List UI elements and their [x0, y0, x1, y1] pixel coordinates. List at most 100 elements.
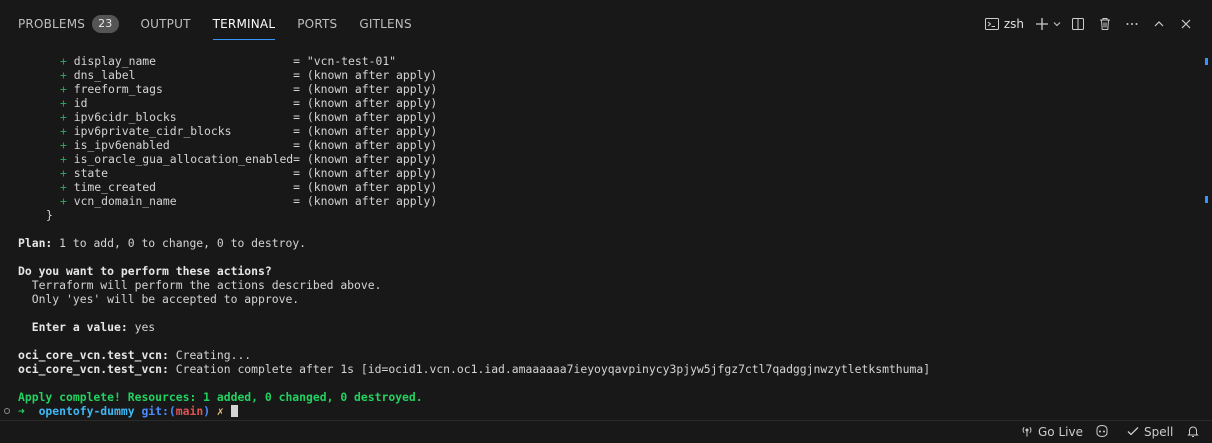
prompt-dirty-marker: ✗: [216, 404, 224, 418]
closing-brace: }: [46, 208, 53, 222]
notifications-button[interactable]: [1186, 424, 1204, 440]
attribute-name: time_created: [73, 180, 157, 194]
assign-operator: =: [156, 54, 307, 68]
prompt-arrow: ➜: [18, 404, 25, 418]
tab-ports[interactable]: PORTS: [297, 14, 337, 34]
attribute-value: "vcn-test-01": [306, 54, 397, 68]
complete-resource: oci_core_vcn.test_vcn:: [18, 362, 169, 376]
command-decoration-icon[interactable]: [4, 408, 10, 414]
tab-output-label: OUTPUT: [140, 17, 191, 31]
plan-text: 1 to add, 0 to change, 0 to destroy.: [52, 236, 307, 250]
terminal-icon: [984, 16, 1000, 32]
new-terminal-button[interactable]: [1033, 12, 1051, 36]
assign-operator: =: [231, 124, 307, 138]
terminal-cursor: [230, 405, 238, 417]
attribute-line: + ipv6cidr_blocks = (known after apply): [60, 110, 437, 124]
close-icon: [1179, 17, 1193, 31]
attribute-line: + display_name = "vcn-test-01": [60, 54, 396, 68]
copilot-button[interactable]: [1094, 424, 1114, 440]
kill-terminal-button[interactable]: [1093, 12, 1117, 36]
split-terminal-button[interactable]: [1066, 12, 1090, 36]
go-live-label: Go Live: [1038, 425, 1083, 439]
more-actions-button[interactable]: [1120, 12, 1144, 36]
chevron-down-icon: [1052, 19, 1062, 29]
tab-output[interactable]: OUTPUT: [141, 14, 191, 34]
maximize-panel-button[interactable]: [1147, 12, 1171, 36]
attribute-name: id: [73, 96, 88, 110]
attribute-name: is_oracle_gua_allocation_enabled: [73, 152, 294, 166]
prompt-git-close: ): [203, 404, 211, 418]
plan-label: Plan:: [18, 236, 53, 250]
attribute-line: + dns_label = (known after apply): [60, 68, 437, 82]
creating-resource: oci_core_vcn.test_vcn:: [18, 348, 169, 362]
creating-line: oci_core_vcn.test_vcn: Creating...: [18, 348, 251, 362]
scroll-marker: [1205, 58, 1208, 65]
attribute-value: (known after apply): [306, 152, 438, 166]
attribute-value: (known after apply): [306, 194, 438, 208]
trash-icon: [1097, 16, 1113, 32]
attribute-line: + is_ipv6enabled = (known after apply): [60, 138, 437, 152]
split-icon: [1070, 16, 1086, 32]
plus-sign: +: [60, 68, 74, 82]
close-panel-button[interactable]: [1174, 12, 1198, 36]
attribute-name: state: [73, 166, 109, 180]
assign-operator: =: [169, 138, 307, 152]
terminal-shell-selector[interactable]: zsh: [984, 12, 1030, 36]
tab-problems[interactable]: PROBLEMS 23: [18, 14, 119, 34]
plus-sign: +: [60, 96, 74, 110]
assign-operator: =: [108, 166, 307, 180]
plus-sign: +: [60, 152, 74, 166]
tab-terminal[interactable]: TERMINAL: [212, 14, 276, 40]
plus-sign: +: [60, 82, 74, 96]
spell-check-button[interactable]: Spell: [1126, 424, 1173, 440]
attribute-value: (known after apply): [306, 124, 438, 138]
attribute-name: ipv6cidr_blocks: [73, 110, 177, 124]
attribute-value: (known after apply): [306, 166, 438, 180]
attribute-value: (known after apply): [306, 96, 438, 110]
prompt-dir: opentofy-dummy: [38, 404, 135, 418]
panel-tab-bar: PROBLEMS 23 OUTPUT TERMINAL PORTS GITLEN…: [0, 0, 1212, 48]
confirm-info-1: Terraform will perform the actions descr…: [18, 278, 382, 292]
shell-prompt[interactable]: ➜ opentofy-dummy git:(main) ✗: [18, 404, 238, 418]
attribute-line: + state = (known after apply): [60, 166, 437, 180]
tab-gitlens-label: GITLENS: [359, 17, 412, 31]
panel-tabs: PROBLEMS 23 OUTPUT TERMINAL PORTS GITLEN…: [18, 14, 434, 40]
go-live-button[interactable]: Go Live: [1020, 424, 1083, 440]
status-bar: Go Live Spell: [0, 420, 1212, 443]
more-icon: [1124, 16, 1140, 32]
terminal-output[interactable]: + display_name = "vcn-test-01" + dns_labe…: [0, 50, 1200, 422]
plus-sign: +: [60, 180, 74, 194]
attribute-value: (known after apply): [306, 138, 438, 152]
attribute-line: + freeform_tags = (known after apply): [60, 82, 437, 96]
terminal-toolbar: zsh: [981, 12, 1198, 36]
check-icon: [1126, 424, 1144, 441]
attribute-name: display_name: [73, 54, 157, 68]
spell-label: Spell: [1144, 425, 1174, 439]
plus-sign: +: [60, 54, 74, 68]
terminal-dropdown-button[interactable]: [1051, 12, 1063, 36]
tab-gitlens[interactable]: GITLENS: [359, 14, 411, 34]
attribute-name: dns_label: [73, 68, 136, 82]
attribute-name: is_ipv6enabled: [73, 138, 170, 152]
plus-sign: +: [60, 138, 74, 152]
assign-operator: =: [293, 152, 307, 166]
scroll-marker: [1205, 196, 1208, 203]
creation-complete-line: oci_core_vcn.test_vcn: Creation complete…: [18, 362, 930, 376]
enter-value-line: Enter a value: yes: [18, 320, 155, 334]
confirm-question: Do you want to perform these actions?: [18, 264, 272, 278]
attribute-name: vcn_domain_name: [73, 194, 177, 208]
problems-count-badge: 23: [92, 15, 119, 33]
tab-problems-label: PROBLEMS: [18, 17, 86, 31]
terminal-scrollbar[interactable]: [1202, 50, 1212, 422]
attribute-line: + ipv6private_cidr_blocks = (known after…: [60, 124, 437, 138]
attribute-line: + time_created = (known after apply): [60, 180, 437, 194]
attribute-name: freeform_tags: [73, 82, 163, 96]
tab-ports-label: PORTS: [297, 17, 338, 31]
confirm-info-2: Only 'yes' will be accepted to approve.: [18, 292, 300, 306]
apply-complete-line: Apply complete! Resources: 1 added, 0 ch…: [18, 390, 423, 404]
shell-name: zsh: [1003, 17, 1024, 31]
plus-sign: +: [60, 166, 74, 180]
attribute-line: + is_oracle_gua_allocation_enabled= (kno…: [60, 152, 437, 166]
prompt-branch: main: [175, 404, 204, 418]
enter-value-input: yes: [127, 320, 156, 334]
